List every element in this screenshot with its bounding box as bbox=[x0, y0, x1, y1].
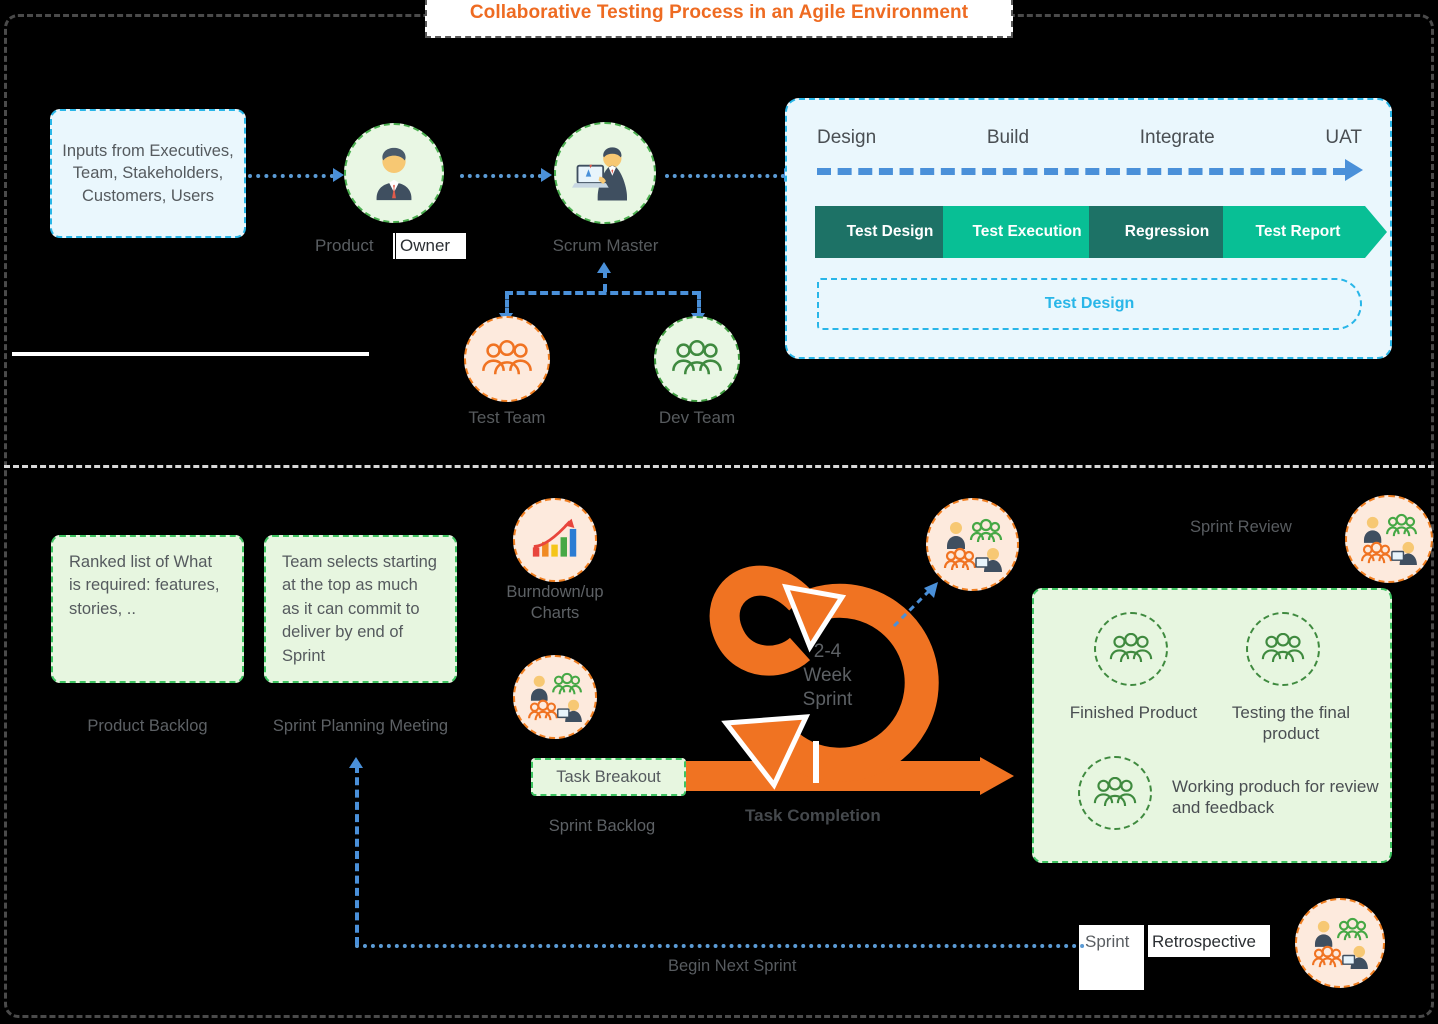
burndown-charts-label: Burndown/up Charts bbox=[506, 583, 604, 623]
product-owner-label-part2: Owner bbox=[400, 236, 451, 255]
bar-chart-growth-icon bbox=[532, 518, 577, 557]
phase-build: Build bbox=[986, 127, 1030, 148]
diagram-title: Collaborative Testing Process in an Agil… bbox=[469, 2, 969, 23]
people-group-icon bbox=[672, 340, 722, 375]
chevron-label: Test Execution bbox=[972, 223, 1082, 240]
sprint-retrospective-avatar[interactable] bbox=[1295, 898, 1385, 988]
phase-timeline-arrow-head bbox=[1345, 159, 1363, 181]
tree-stem-head bbox=[597, 262, 611, 273]
chevron-test-design[interactable]: Test Design bbox=[815, 206, 979, 258]
phase-integrate: Integrate bbox=[1139, 127, 1215, 148]
scrum-master-label: Scrum Master bbox=[552, 236, 659, 255]
sprint-retrospective-label-part2: Retrospective bbox=[1152, 932, 1256, 951]
sprint-backlog-avatar[interactable] bbox=[513, 655, 597, 739]
test-process-panel: Design Build Integrate UAT Test Design T… bbox=[785, 98, 1392, 359]
phase-uat: UAT bbox=[1325, 127, 1362, 148]
product-owner-label-part1: Product bbox=[315, 236, 374, 255]
scrum-master-avatar[interactable] bbox=[554, 122, 656, 224]
sprint-planning-note[interactable]: Team selects starting at the top as much… bbox=[264, 535, 457, 683]
diagram-canvas: Collaborative Testing Process in an Agil… bbox=[0, 0, 1438, 1024]
connector-ring-to-daily-scrum bbox=[892, 582, 938, 628]
connector-inputs-to-po-head bbox=[333, 168, 344, 182]
begin-next-sprint-label: Begin Next Sprint bbox=[668, 957, 797, 975]
businessman-icon bbox=[376, 147, 412, 201]
testing-final-product-label: Testing the final product bbox=[1231, 703, 1351, 744]
chevron-label: Regression bbox=[1124, 223, 1210, 240]
diagram-title-box[interactable]: Collaborative Testing Process in an Agil… bbox=[425, 0, 1013, 38]
task-breakout-label: Task Breakout bbox=[556, 767, 661, 786]
sprint-duration-text: 2-4 Week Sprint bbox=[700, 640, 955, 711]
presenter-laptop-icon bbox=[572, 147, 627, 201]
team-meeting-icon bbox=[1311, 917, 1369, 969]
chevron-regression[interactable]: Regression bbox=[1089, 206, 1259, 258]
team-meeting-icon bbox=[1360, 513, 1418, 565]
text-caret bbox=[393, 233, 395, 259]
begin-next-sprint-riser bbox=[355, 765, 359, 945]
connector-po-to-sm bbox=[460, 174, 542, 178]
task-breakout-box[interactable]: Task Breakout bbox=[531, 758, 686, 796]
connector-sm-to-panel bbox=[665, 174, 785, 178]
dev-team-avatar[interactable] bbox=[654, 316, 740, 402]
team-meeting-icon bbox=[943, 518, 1002, 572]
finished-product-icon-circle bbox=[1094, 612, 1168, 686]
dev-team-label: Dev Team bbox=[658, 408, 736, 427]
sprint-backlog-label: Sprint Backlog bbox=[548, 817, 656, 835]
connector-po-to-sm-head bbox=[541, 168, 552, 182]
chevron-row: Test Design Test Execution Regression Te… bbox=[815, 206, 1387, 258]
people-group-icon bbox=[1093, 777, 1137, 807]
product-backlog-label: Product Backlog bbox=[87, 717, 208, 735]
working-product-label: Working produch for review and feedback bbox=[1172, 777, 1379, 818]
testing-final-product-icon-circle bbox=[1246, 612, 1320, 686]
sprint-duration-line2: Week bbox=[803, 664, 852, 686]
white-rule-artifact bbox=[12, 352, 369, 356]
sprint-planning-label: Sprint Planning Meeting bbox=[272, 717, 449, 735]
test-design-band-label: Test Design bbox=[1044, 295, 1135, 312]
sprint-retrospective-label-part1: Sprint bbox=[1085, 932, 1130, 951]
chevron-test-report[interactable]: Test Report bbox=[1223, 206, 1387, 258]
people-group-icon bbox=[482, 340, 532, 375]
working-product-icon-circle bbox=[1078, 756, 1152, 830]
chevron-label: Test Report bbox=[1255, 223, 1341, 240]
tree-stem bbox=[603, 270, 607, 292]
people-group-icon bbox=[1109, 633, 1153, 663]
people-group-icon bbox=[1261, 633, 1305, 663]
task-completion-label: Task Completion bbox=[745, 806, 881, 825]
product-backlog-note-text: Ranked list of What is required: feature… bbox=[69, 553, 220, 618]
sprint-duration-line1: 2-4 bbox=[813, 641, 842, 662]
begin-next-sprint-line bbox=[355, 944, 1085, 948]
team-meeting-icon bbox=[528, 672, 582, 722]
burndown-charts-avatar[interactable] bbox=[513, 498, 597, 582]
task-completion-arrow-head bbox=[980, 757, 1014, 795]
phase-row: Design Build Integrate UAT bbox=[817, 127, 1362, 149]
connector-inputs-to-po bbox=[248, 174, 334, 178]
product-owner-avatar[interactable] bbox=[344, 123, 444, 223]
test-design-band[interactable]: Test Design bbox=[817, 278, 1362, 330]
inputs-card[interactable]: Inputs from Executives, Team, Stakeholde… bbox=[50, 109, 246, 238]
product-backlog-note[interactable]: Ranked list of What is required: feature… bbox=[51, 535, 244, 683]
sprint-planning-note-text: Team selects starting at the top as much… bbox=[282, 553, 437, 665]
phase-timeline-arrow bbox=[817, 168, 1347, 175]
chevron-test-execution[interactable]: Test Execution bbox=[943, 206, 1125, 258]
begin-next-sprint-head bbox=[349, 757, 363, 768]
tree-bar bbox=[505, 291, 700, 295]
sprint-review-avatar[interactable] bbox=[1345, 495, 1433, 583]
inputs-card-text: Inputs from Executives, Team, Stakeholde… bbox=[62, 142, 234, 205]
sprint-review-label: Sprint Review bbox=[1190, 518, 1292, 536]
section-divider bbox=[4, 465, 1434, 468]
daily-scrum-avatar[interactable] bbox=[926, 498, 1019, 591]
chevron-label: Test Design bbox=[846, 223, 934, 240]
finished-product-label: Finished Product bbox=[1069, 703, 1198, 722]
sprint-result-panel: Finished Product Testing the final produ… bbox=[1032, 588, 1392, 863]
sprint-duration-line3: Sprint bbox=[802, 688, 853, 710]
test-team-avatar[interactable] bbox=[464, 316, 550, 402]
test-team-label: Test Team bbox=[468, 408, 546, 427]
phase-design: Design bbox=[817, 127, 877, 148]
